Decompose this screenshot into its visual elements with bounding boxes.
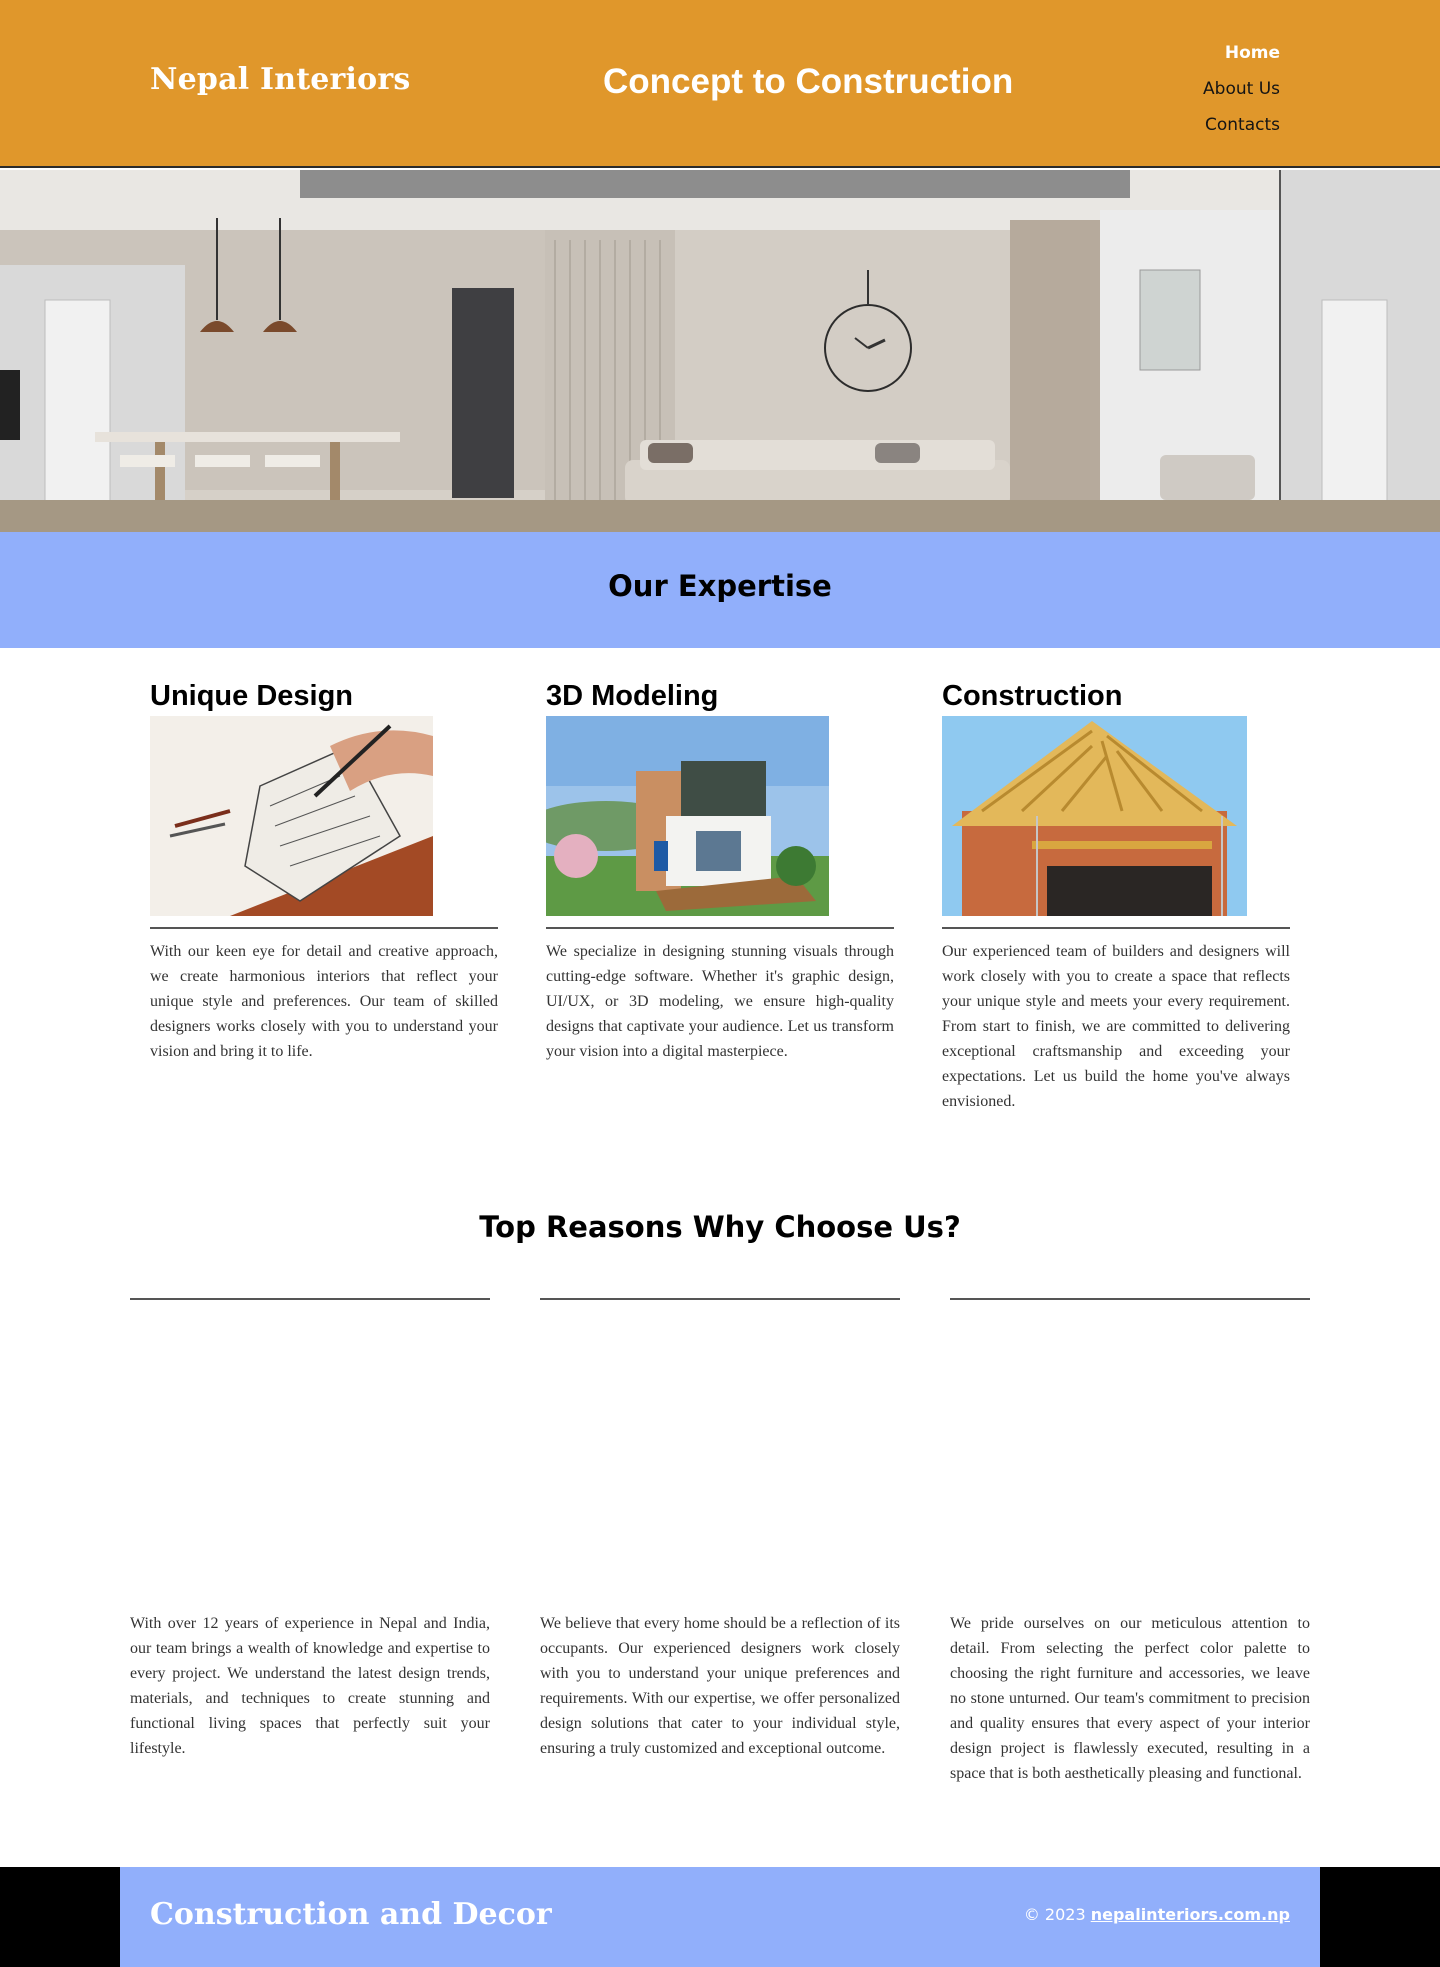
nav-about-us[interactable]: About Us xyxy=(1203,71,1280,107)
sketch-image xyxy=(150,716,433,916)
reasons-heading: Top Reasons Why Choose Us? xyxy=(479,1210,961,1244)
footer-copyright: © 2023 nepalinteriors.com.np xyxy=(1024,1905,1290,1924)
nav-home[interactable]: Home xyxy=(1203,35,1280,71)
3d-house-image xyxy=(546,716,829,916)
site-tagline: Concept to Construction xyxy=(603,62,1014,101)
site-header: Nepal Interiors Concept to Construction … xyxy=(0,0,1440,168)
reason-experience-text: With over 12 years of experience in Nepa… xyxy=(130,1615,490,1757)
reason-divider-3 xyxy=(950,1298,1310,1300)
copyright-text: © 2023 xyxy=(1023,1905,1091,1924)
card-divider xyxy=(150,927,498,929)
footer-brand: Construction and Decor xyxy=(150,1897,552,1932)
nav-contacts[interactable]: Contacts xyxy=(1203,107,1280,143)
reason-divider-1 xyxy=(130,1298,490,1300)
card-title: Unique Design xyxy=(150,680,354,712)
hero-image xyxy=(0,170,1440,532)
card-description: With our keen eye for detail and creativ… xyxy=(150,943,498,1060)
site-brand[interactable]: Nepal Interiors xyxy=(150,62,410,97)
expertise-card-unique-design: Unique Design With our keen eye for deta… xyxy=(150,676,498,1064)
footer-website-link[interactable]: nepalinteriors.com.np xyxy=(1091,1905,1290,1924)
expertise-card-construction: Construction Our experienced team of bui… xyxy=(942,676,1290,1114)
expertise-heading: Our Expertise xyxy=(608,569,832,603)
reason-divider-2 xyxy=(540,1298,900,1300)
main-nav: Home About Us Contacts xyxy=(1203,35,1280,143)
card-divider xyxy=(942,927,1290,929)
reason-detail-text: We pride ourselves on our meticulous att… xyxy=(950,1615,1310,1782)
site-footer: Construction and Decor © 2023 nepalinter… xyxy=(120,1867,1320,1967)
expertise-banner: Our Expertise xyxy=(0,532,1440,648)
construction-image xyxy=(942,716,1247,916)
card-description: We specialize in designing stunning visu… xyxy=(546,943,894,1060)
reason-personalized-text: We believe that every home should be a r… xyxy=(540,1615,900,1757)
card-title: 3D Modeling xyxy=(546,680,719,712)
card-description: Our experienced team of builders and des… xyxy=(942,943,1290,1110)
card-title: Construction xyxy=(942,680,1123,712)
expertise-card-3d-modeling: 3D Modeling We specialize in designing s… xyxy=(546,676,894,1064)
card-divider xyxy=(546,927,894,929)
